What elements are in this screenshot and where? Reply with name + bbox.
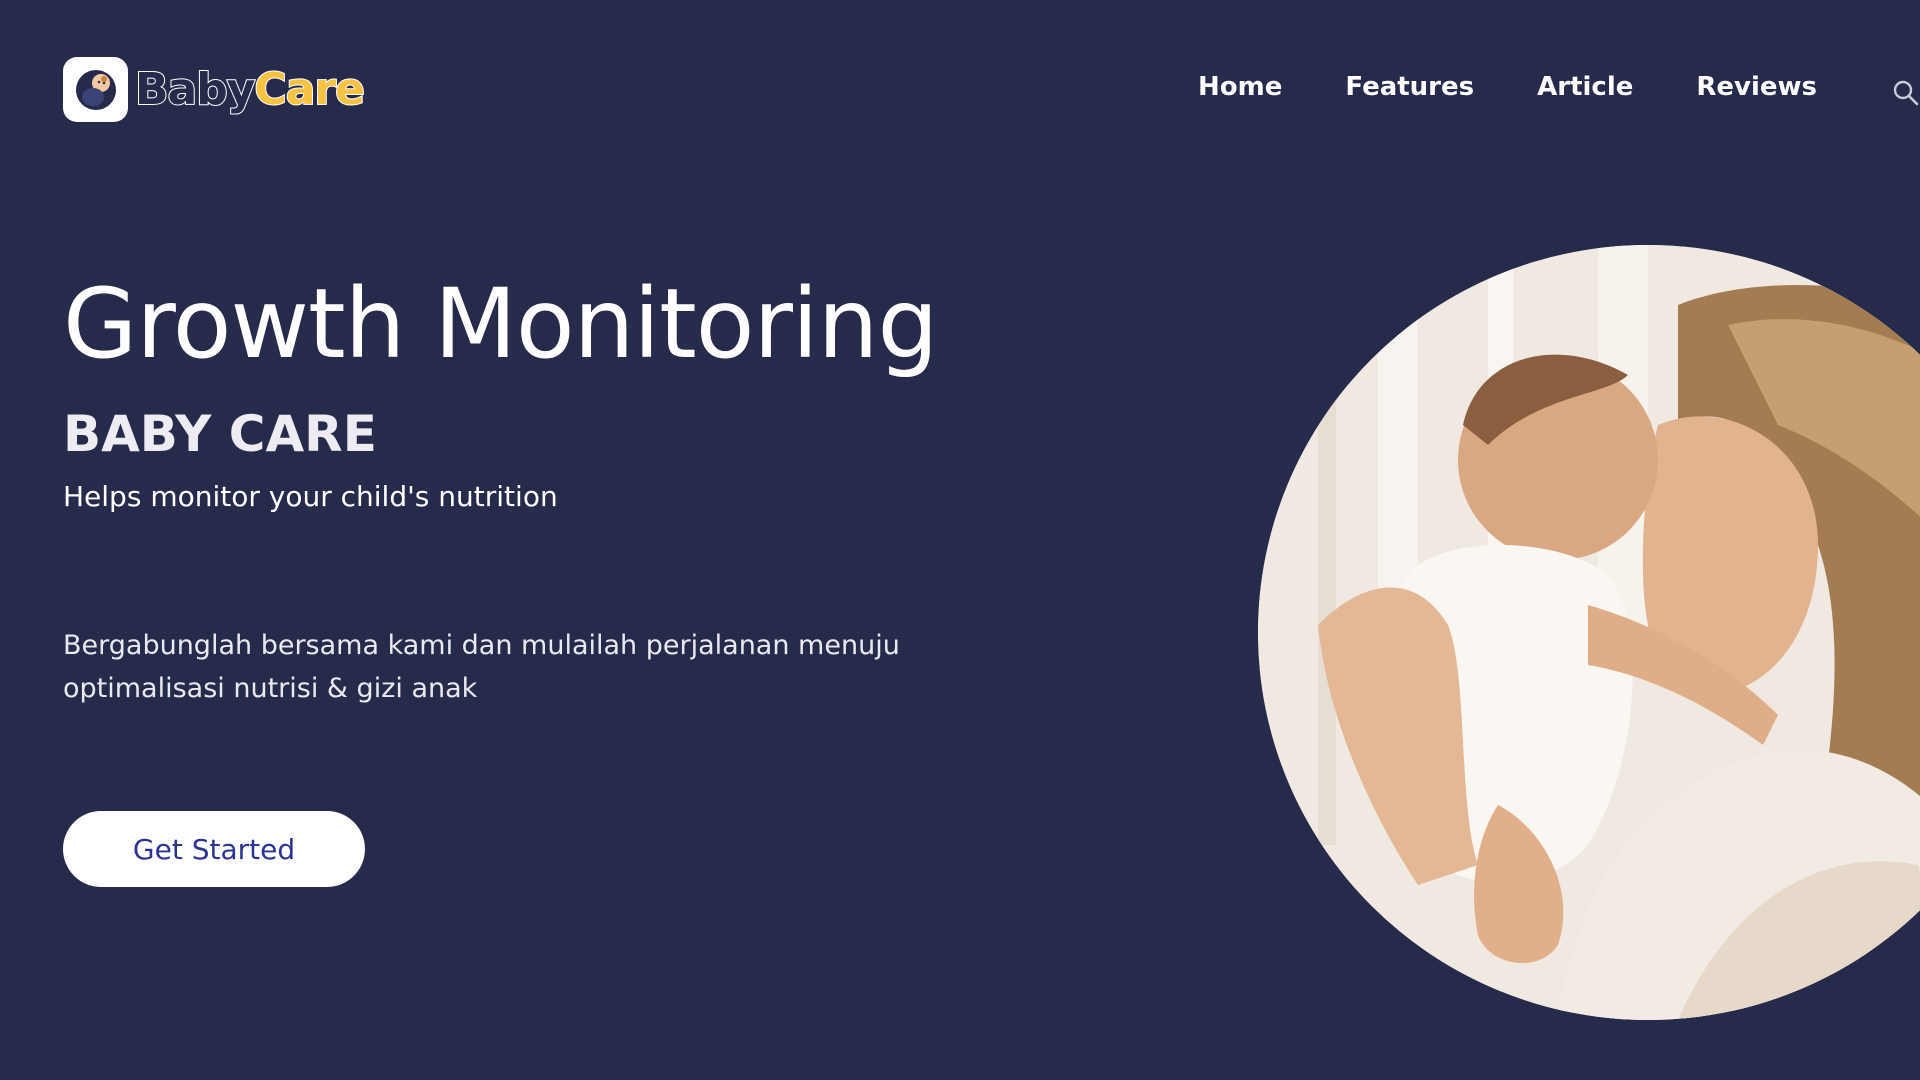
brand-logo[interactable]: BabyCare [63,57,366,122]
nav-home[interactable]: Home [1198,72,1282,102]
hero-description: Bergabunglah bersama kami dan mulailah p… [63,630,900,704]
nav-reviews[interactable]: Reviews [1696,72,1817,102]
mother-and-baby-photo [1258,245,1920,1020]
landing-page: BabyCare Home Features Article Reviews G… [0,0,1920,1080]
search-icon[interactable] [1892,79,1920,107]
baby-logo-icon [63,57,128,122]
brand-name-part2: Care [253,63,366,115]
hero-subtitle: BABY CARE [63,405,377,463]
get-started-button[interactable]: Get Started [63,811,365,887]
brand-name: BabyCare [134,66,366,112]
nav-article[interactable]: Article [1537,72,1633,102]
main-nav: Home Features Article Reviews [1198,72,1817,102]
brand-name-part1: Baby [134,63,256,115]
hero-title: Growth Monitoring [63,268,938,380]
hero-tagline: Helps monitor your child's nutrition [63,480,558,513]
nav-features[interactable]: Features [1345,72,1474,102]
